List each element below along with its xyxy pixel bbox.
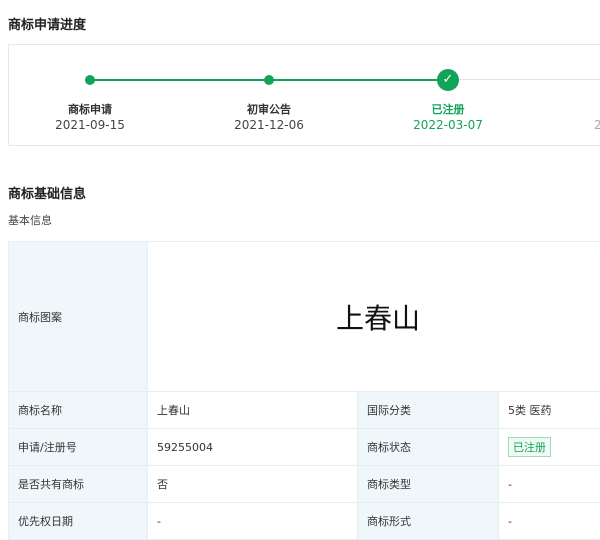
progress-timeline: ✓ 商标申请 2021-09-15 初审公告 2021-12-06 已注册 20… bbox=[8, 44, 600, 146]
field-label: 商标形式 bbox=[357, 502, 499, 540]
step-date: 2022-03-07 bbox=[413, 118, 483, 132]
table-row: 商标图案 上春山 bbox=[8, 241, 600, 392]
field-label: 商标状态 bbox=[357, 428, 499, 466]
field-value: - bbox=[497, 502, 600, 540]
field-value: 上春山 bbox=[147, 391, 358, 429]
field-value: 已注册 bbox=[497, 428, 600, 466]
check-icon: ✓ bbox=[437, 69, 459, 91]
status-badge: 已注册 bbox=[508, 437, 551, 457]
step-date: 2021-12-06 bbox=[234, 118, 304, 132]
table-row: 申请/注册号 59255004 商标状态 已注册 bbox=[8, 428, 600, 466]
step-label: 初审公告 bbox=[247, 103, 291, 116]
step-label: 商标申请 bbox=[68, 103, 112, 116]
step-dot bbox=[85, 75, 95, 85]
table-row: 商标名称 上春山 国际分类 5类 医药 bbox=[8, 391, 600, 429]
field-value: 59255004 bbox=[147, 428, 358, 466]
step-label: 已注册 bbox=[431, 103, 465, 116]
field-label: 是否共有商标 bbox=[8, 465, 148, 503]
info-title: 商标基础信息 bbox=[8, 187, 87, 202]
pattern-label: 商标图案 bbox=[8, 241, 148, 392]
field-label: 优先权日期 bbox=[8, 502, 148, 540]
progress-title: 商标申请进度 bbox=[8, 18, 87, 33]
field-value: - bbox=[497, 465, 600, 503]
progress-line-pending bbox=[459, 79, 600, 80]
table-row: 优先权日期 - 商标形式 - bbox=[8, 502, 600, 540]
step-date: 2021-09-15 bbox=[55, 118, 125, 132]
trademark-image: 上春山 bbox=[146, 241, 600, 392]
field-value: 否 bbox=[147, 465, 358, 503]
info-subtitle: 基本信息 bbox=[8, 214, 52, 227]
step-dot bbox=[264, 75, 274, 85]
step-date: 2 bbox=[594, 118, 600, 132]
field-value: 5类 医药 bbox=[497, 391, 600, 429]
field-label: 商标类型 bbox=[357, 465, 499, 503]
field-label: 申请/注册号 bbox=[8, 428, 148, 466]
field-label: 国际分类 bbox=[357, 391, 499, 429]
field-value: - bbox=[147, 502, 358, 540]
table-row: 是否共有商标 否 商标类型 - bbox=[8, 465, 600, 503]
field-label: 商标名称 bbox=[8, 391, 148, 429]
info-table: 商标图案 上春山 商标名称 上春山 国际分类 5类 医药 申请/注册号 5925… bbox=[8, 241, 600, 540]
